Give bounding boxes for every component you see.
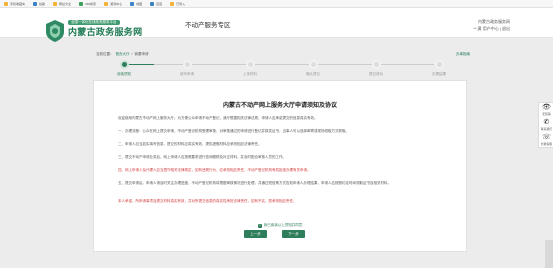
- notice-paragraph: 三、提交不动产申请业务后，网上申请人应按照要求进行查询跟踪及补正材料，并及时配合…: [118, 155, 286, 159]
- customer-service-tool[interactable]: ☏ 智能客服: [540, 134, 553, 146]
- bookmark-icon: [33, 1, 38, 6]
- bookmark-item[interactable]: 地图: [130, 1, 142, 6]
- eye-icon: 👁: [542, 104, 551, 111]
- service-icon: ☏: [542, 134, 551, 141]
- guide-link[interactable]: 办事指南: [456, 52, 470, 57]
- breadcrumb-separator: /: [131, 52, 133, 56]
- agree-label[interactable]: 我已阅读以上须知并同意: [264, 223, 303, 228]
- step-confirm-submit: 确认提交: [287, 60, 339, 77]
- logo-title: 内蒙古政务服务网: [68, 27, 143, 37]
- agree-row[interactable]: ✓ 我已阅读以上须知并同意: [94, 223, 466, 228]
- bookmark-icon: [150, 1, 155, 6]
- bookmark-item[interactable]: 百度: [150, 1, 162, 6]
- contact-tool[interactable]: ✆ 联系我们: [540, 119, 553, 131]
- notice-paragraph: 一、办理流程：公众在网上提交申请，不动产登记机构受理审核，对审核通过的申请进行登…: [118, 129, 349, 133]
- bookmark-item[interactable]: 360搜索: [79, 1, 96, 6]
- side-toolbar: 👁 无障碍 ✆ 联系我们 ☏ 智能客服: [538, 102, 553, 148]
- notice-commitment: 本人承诺，所申请事项及提交材料真实有效，并对所提交信息的真实性承担法律责任，如有…: [118, 199, 297, 203]
- user-menu[interactable]: **,黄 用户中心 | 退出: [440, 25, 510, 32]
- bookmark-item[interactable]: 已导入: [170, 1, 185, 6]
- step-submit-success: 提交成功: [350, 60, 402, 77]
- phone-icon: ✆: [543, 119, 550, 126]
- prev-step-button[interactable]: 上一步: [244, 230, 267, 238]
- step-fill-application: 填写申请: [161, 60, 213, 77]
- step-read-notice: 阅读须知: [98, 60, 150, 77]
- emblem-icon: [46, 20, 64, 42]
- step-dot: [245, 60, 255, 69]
- site-logo[interactable]: 全国一体化在线政务服务平台 内蒙古政务服务网: [44, 19, 166, 47]
- page-title: 不动产服务专区: [185, 22, 231, 29]
- bookmark-item[interactable]: 网址大全: [53, 1, 71, 6]
- step-dot: [182, 60, 192, 69]
- bookmarks-bar: 手机收藏夹 谷歌 网址大全 360搜索 游戏中心 地图 百度 已导入: [0, 0, 553, 8]
- notice-paragraph: 五、提交申请后，申请人请及时关注办理进度，不动产登记机构将根据审核情况进行处理，…: [118, 181, 391, 185]
- notice-paragraph: 欢迎使用内蒙古不动产网上服务大厅。为方便公众申请不动产登记，我厅根据相关法律法规…: [118, 116, 318, 120]
- step-dot: [434, 60, 444, 69]
- step-progress: 阅读须知 填写申请 上传材料 确认提交 提交成功 办理结果: [98, 60, 470, 78]
- step-dot: [119, 60, 129, 69]
- bookmark-icon: [130, 1, 135, 6]
- site-header: 全国一体化在线政务服务平台 内蒙古政务服务网 不动产服务专区 内蒙古政务服务网 …: [0, 8, 553, 42]
- bookmark-item[interactable]: 游戏中心: [104, 1, 122, 6]
- breadcrumb: 当前位置： 首页大厅 / 我要申请: [96, 52, 148, 57]
- scrollbar[interactable]: [545, 240, 553, 268]
- portal-name[interactable]: 内蒙古政务服务网: [440, 18, 510, 25]
- user-area: 内蒙古政务服务网 **,黄 用户中心 | 退出: [440, 18, 510, 32]
- step-dot: [371, 60, 381, 69]
- breadcrumb-current: 我要申请: [134, 52, 149, 56]
- step-dot: [308, 60, 318, 69]
- next-step-button[interactable]: 下一步: [282, 230, 305, 238]
- breadcrumb-link[interactable]: 首页大厅: [116, 52, 130, 57]
- bookmark-icon: [79, 1, 84, 6]
- accessibility-tool[interactable]: 👁 无障碍: [540, 104, 553, 116]
- bookmark-item[interactable]: 谷歌: [33, 1, 45, 6]
- notice-paragraph: 二、申请人应当如实填写信息，提交的材料应真实有效，提供虚假材料应承担相应法律责任…: [118, 142, 262, 146]
- notice-title: 内蒙古不动产网上服务大厅申请须知及协议: [222, 103, 337, 109]
- bookmark-icon: [170, 1, 175, 6]
- bookmark-icon: [53, 1, 58, 6]
- notice-panel: 内蒙古不动产网上服务大厅申请须知及协议 欢迎使用内蒙古不动产网上服务大厅。为方便…: [93, 80, 467, 252]
- agree-checkbox[interactable]: ✓: [257, 223, 262, 228]
- bookmark-icon: [4, 1, 8, 6]
- step-result: 办理结果: [413, 60, 465, 77]
- bookmark-icon: [104, 1, 109, 6]
- breadcrumb-prefix: 当前位置：: [96, 52, 114, 56]
- bookmark-item[interactable]: 手机收藏夹: [4, 1, 25, 6]
- step-upload-materials: 上传材料: [224, 60, 276, 77]
- notice-warning: 四、网上申请人及代理人应当遵守相关法律规定，如有违规行为，应承担相应责任，不动产…: [118, 168, 311, 172]
